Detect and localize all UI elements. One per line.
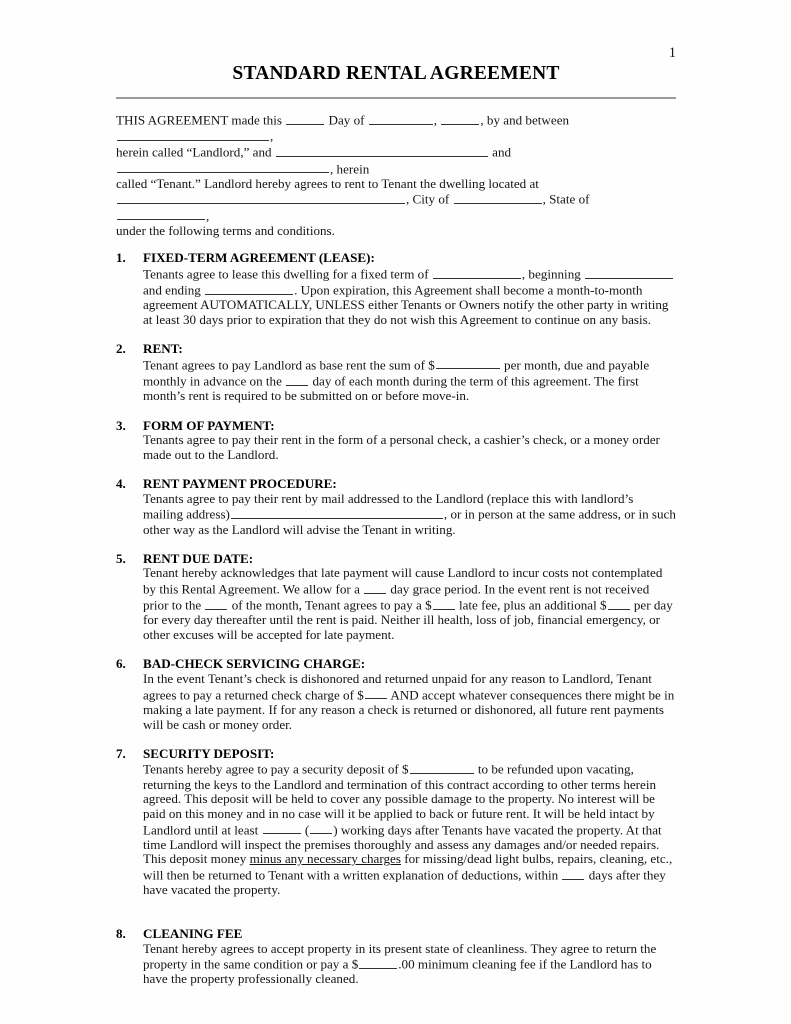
intro-text-1: THIS AGREEMENT made this <box>116 112 286 128</box>
section-4-heading: RENT PAYMENT PROCEDURE: <box>143 476 337 492</box>
section-4: 4. RENT PAYMENT PROCEDURE: Tenants agree… <box>116 476 676 537</box>
intro-text-8: , herein <box>330 161 370 177</box>
page-title: STANDARD RENTAL AGREEMENT <box>232 63 560 84</box>
blank-mailing-address[interactable] <box>230 506 443 519</box>
section-3-number: 3. <box>116 417 126 433</box>
blank-state[interactable] <box>117 208 205 221</box>
intro-text-11: , State of <box>542 191 590 207</box>
section-7: 7. SECURITY DEPOSIT: Tenants hereby agre… <box>116 745 676 898</box>
section-8-number: 8. <box>116 925 126 941</box>
blank-city[interactable] <box>453 191 542 204</box>
intro-text-10: , City of <box>406 191 453 207</box>
section-8-body: Tenant hereby agrees to accept property … <box>143 941 676 987</box>
blank-dwelling-address[interactable] <box>117 191 405 204</box>
intro-text-7: and <box>488 144 512 160</box>
intro-text-9: called “Tenant.” Landlord hereby agrees … <box>116 175 539 191</box>
section-4-body: Tenants agree to pay their rent by mail … <box>143 491 676 537</box>
blank-tenant-two[interactable] <box>117 161 329 174</box>
blank-late-fee[interactable] <box>432 597 455 610</box>
section-7-heading: SECURITY DEPOSIT: <box>143 745 275 761</box>
section-8: 8. CLEANING FEE Tenant hereby agrees to … <box>116 925 676 987</box>
intro-text-6: herein called “Landlord,” and <box>116 144 275 160</box>
section-6: 6. BAD-CHECK SERVICING CHARGE: In the ev… <box>116 657 676 732</box>
section-7-body: Tenants hereby agree to pay a security d… <box>143 761 676 897</box>
section-1: 1. FIXED-TERM AGREEMENT (LEASE): Tenants… <box>116 251 676 327</box>
section-7-underlined-phrase: minus any necessary charges <box>249 851 401 867</box>
section-3-heading: FORM OF PAYMENT: <box>143 417 275 433</box>
intro-paragraph: THIS AGREEMENT made this Day of , , by a… <box>116 112 676 238</box>
section-5: 5. RENT DUE DATE: Tenant hereby acknowle… <box>116 550 676 643</box>
section-3: 3. FORM OF PAYMENT: Tenants agree to pay… <box>116 417 676 463</box>
section-1-body: Tenants agree to lease this dwelling for… <box>143 266 676 328</box>
section-1-text-a: Tenants agree to lease this dwelling for… <box>143 266 432 282</box>
section-5-text-d: late fee, plus an additional $ <box>455 597 607 613</box>
intro-text-3: , <box>433 112 441 128</box>
section-5-text-c: of the month, Tenant agrees to pay a $ <box>228 597 432 613</box>
blank-landlord-name[interactable] <box>117 128 269 141</box>
intro-text-13: under the following terms and conditions… <box>116 222 335 238</box>
section-2-heading: RENT: <box>143 341 183 357</box>
title-divider <box>116 97 676 99</box>
section-2-number: 2. <box>116 341 126 357</box>
blank-daily-fee[interactable] <box>607 597 630 610</box>
section-3-body: Tenants agree to pay their rent in the f… <box>143 432 660 462</box>
blank-working-days-number[interactable] <box>310 822 333 835</box>
section-7-text-a: Tenants hereby agree to pay a security d… <box>143 761 409 777</box>
page-number: 1 <box>668 45 676 61</box>
section-8-heading: CLEANING FEE <box>143 925 243 941</box>
section-5-heading: RENT DUE DATE: <box>143 550 254 566</box>
section-6-number: 6. <box>116 656 126 672</box>
blank-end-date[interactable] <box>205 282 294 295</box>
blank-working-days-words[interactable] <box>262 822 301 835</box>
blank-rent-day[interactable] <box>286 373 309 386</box>
section-1-text-b: , beginning <box>521 266 585 282</box>
blank-day[interactable] <box>286 112 325 125</box>
blank-year[interactable] <box>441 112 480 125</box>
blank-begin-date[interactable] <box>585 266 674 279</box>
document-body: THIS AGREEMENT made this Day of , , by a… <box>116 112 676 1002</box>
section-6-body: In the event Tenant’s check is dishonore… <box>143 671 676 732</box>
blank-tenant-one[interactable] <box>275 144 488 157</box>
intro-text-4: , by and between <box>480 112 570 128</box>
section-2-body: Tenant agrees to pay Landlord as base re… <box>143 357 676 404</box>
section-5-body: Tenant hereby acknowledges that late pay… <box>143 566 676 642</box>
document-page: 1 STANDARD RENTAL AGREEMENT THIS AGREEME… <box>0 0 791 1024</box>
section-7-text-c: ( <box>301 822 310 838</box>
section-7-number: 7. <box>116 745 126 761</box>
blank-cleaning-fee[interactable] <box>359 956 398 969</box>
blank-security-deposit[interactable] <box>409 761 474 774</box>
blank-refund-days[interactable] <box>562 867 585 880</box>
section-2: 2. RENT: Tenant agrees to pay Landlord a… <box>116 342 676 404</box>
section-4-number: 4. <box>116 476 126 492</box>
section-1-number: 1. <box>116 250 126 266</box>
blank-returned-check-charge[interactable] <box>364 687 387 700</box>
section-1-heading: FIXED-TERM AGREEMENT (LEASE): <box>143 250 375 266</box>
section-6-heading: BAD-CHECK SERVICING CHARGE: <box>143 656 366 672</box>
intro-text-2: Day of <box>325 112 368 128</box>
blank-fixed-term[interactable] <box>432 266 521 279</box>
section-5-number: 5. <box>116 550 126 566</box>
blank-grace-days[interactable] <box>364 581 387 594</box>
section-1-text-c: and ending <box>143 282 205 298</box>
intro-text-5: , <box>270 128 274 144</box>
intro-text-12: , <box>206 208 210 224</box>
blank-month[interactable] <box>368 112 433 125</box>
section-2-text-a: Tenant agrees to pay Landlord as base re… <box>143 357 435 373</box>
blank-due-day[interactable] <box>205 597 228 610</box>
blank-base-rent[interactable] <box>435 357 500 370</box>
